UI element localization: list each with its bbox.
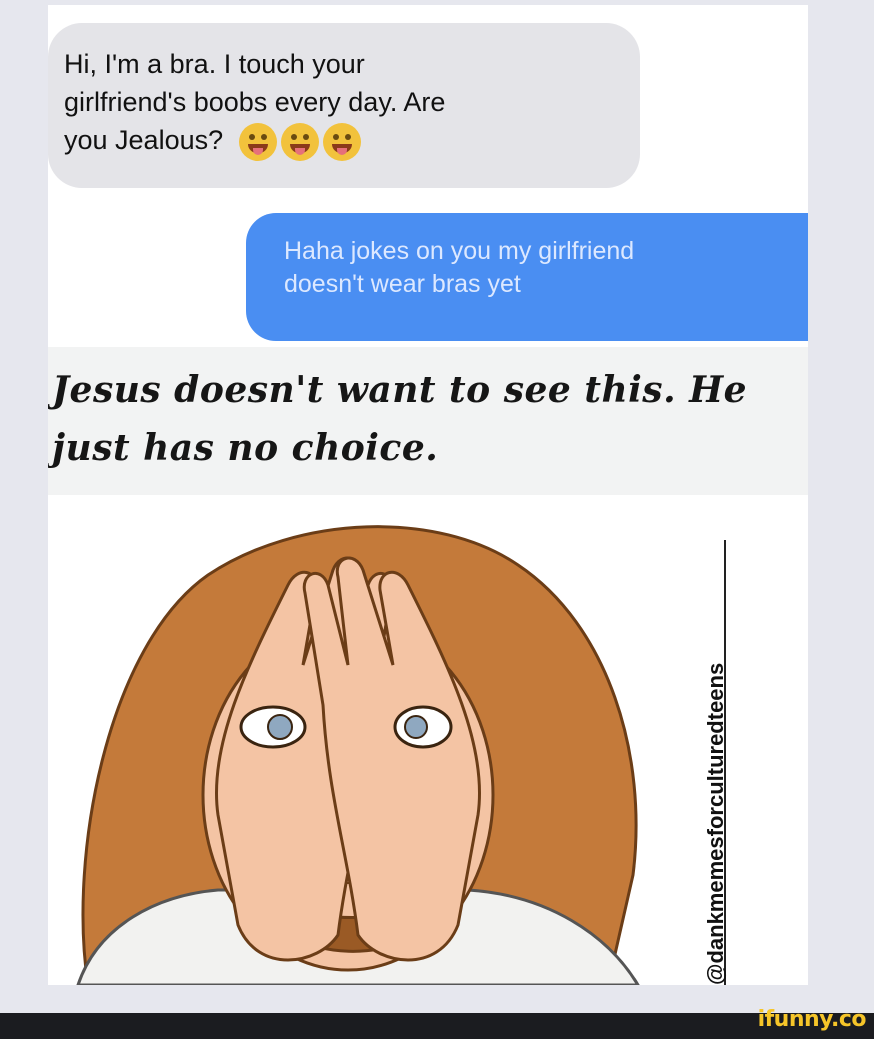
outgoing-message-line: doesn't wear bras yet (284, 270, 521, 298)
left-iris-shape (267, 714, 293, 740)
jesus-covering-eyes-illustration (76, 525, 640, 985)
emoji-row (238, 122, 361, 161)
squint-tongue-face-emoji-icon (322, 122, 361, 161)
footer-bar: ifunny.co (0, 1007, 874, 1039)
incoming-message-bubble: Hi, I'm a bra. I touch your girlfriend's… (48, 23, 640, 188)
incoming-message-line: girlfriend's boobs every day. Are (64, 87, 446, 117)
incoming-message-line: you Jealous? (64, 125, 224, 155)
outgoing-message-line: Haha jokes on you my girlfriend (284, 237, 635, 265)
tongue-face-emoji-icon (238, 122, 277, 161)
watermark-handle: @dankmemesforculturedteens (703, 662, 728, 985)
right-iris-shape (404, 715, 428, 739)
meme-page: Hi, I'm a bra. I touch your girlfriend's… (0, 0, 874, 1039)
meme-card: Hi, I'm a bra. I touch your girlfriend's… (48, 5, 808, 985)
meme-caption: Jesus doesn't want to see this. He just … (48, 347, 808, 495)
outgoing-message-bubble: Haha jokes on you my girlfriend doesn't … (246, 213, 808, 341)
caption-line: just has no choice. (52, 427, 439, 469)
incoming-message-line-with-emoji: you Jealous? (64, 121, 622, 161)
caption-line: Jesus doesn't want to see this. He (52, 369, 748, 411)
tongue-face-emoji-icon (280, 122, 319, 161)
ifunny-logo[interactable]: ifunny.co (758, 1007, 867, 1032)
incoming-message-line: Hi, I'm a bra. I touch your (64, 49, 365, 79)
